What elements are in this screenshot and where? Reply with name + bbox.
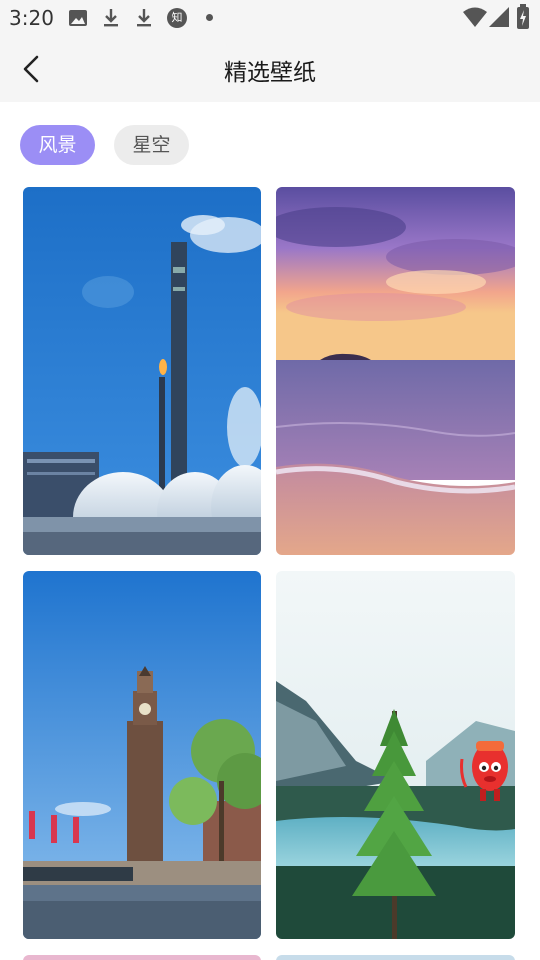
- wallpaper-tile-industrial[interactable]: [23, 187, 261, 555]
- wallpaper-image-sunset-beach: [276, 187, 515, 555]
- wallpaper-image-industrial: [23, 187, 261, 555]
- image-icon: [69, 10, 87, 26]
- battery-charging-icon: [517, 4, 529, 29]
- red-lucky-bag-mascot-icon[interactable]: [458, 735, 515, 807]
- wallpaper-image-clock-tower: [23, 571, 261, 939]
- download-icon: [137, 9, 151, 27]
- status-bar: 3:20 知: [0, 0, 540, 36]
- tab-scenery[interactable]: 风景: [20, 125, 95, 165]
- zhihu-icon-label: 知: [171, 11, 183, 24]
- signal-icon: [489, 7, 509, 27]
- tab-starry-sky[interactable]: 星空: [114, 125, 189, 165]
- wifi-icon: [463, 7, 487, 27]
- wallpaper-tile-partial-left[interactable]: [23, 955, 261, 960]
- status-time: 3:20: [9, 6, 54, 30]
- top-app-bar: 精选壁纸: [0, 36, 540, 102]
- dot-icon: [206, 14, 213, 21]
- page-title: 精选壁纸: [224, 60, 316, 86]
- wallpaper-tile-pine-tree[interactable]: [276, 571, 515, 939]
- wallpaper-tile-sunset-beach[interactable]: [276, 187, 515, 555]
- wallpaper-tile-clock-tower[interactable]: [23, 571, 261, 939]
- zhihu-icon: 知: [167, 8, 187, 28]
- download-icon: [104, 9, 118, 27]
- wallpaper-tile-partial-right[interactable]: [276, 955, 515, 960]
